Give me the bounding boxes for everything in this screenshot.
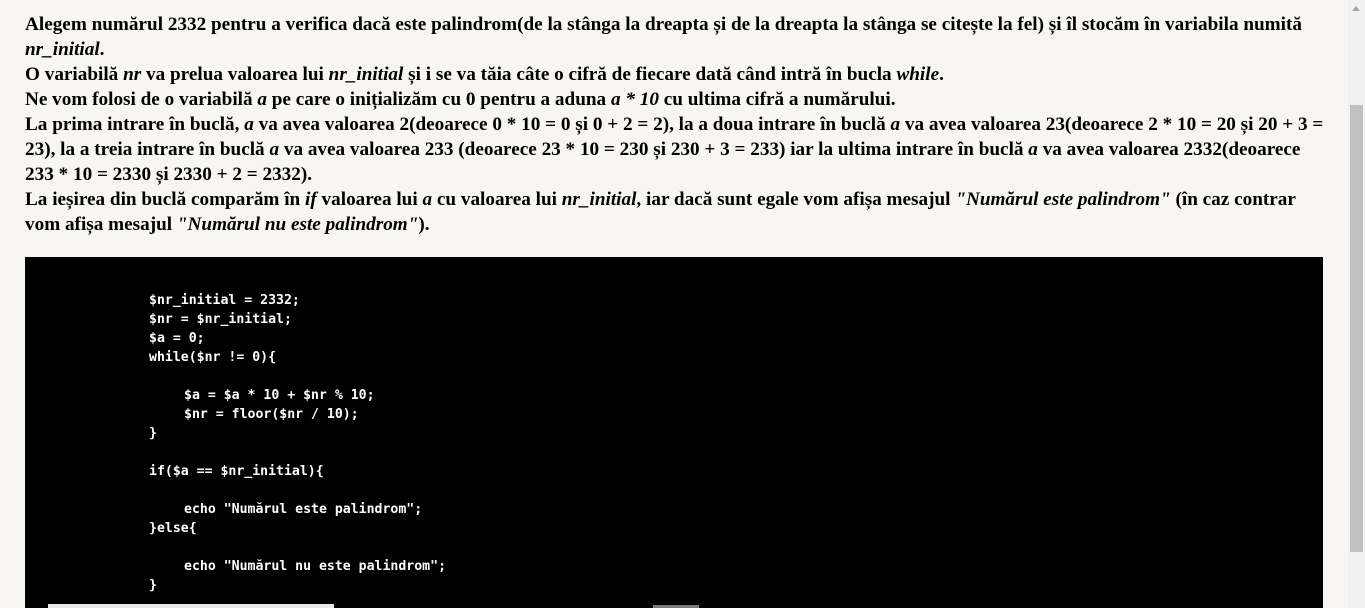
code-line: while($nr != 0){ <box>149 350 277 365</box>
code-line: if($a == $nr_initial){ <box>149 464 324 479</box>
article-text: Alegem numărul 2332 pentru a verifica da… <box>25 12 1325 237</box>
code-listing: $nr_initial = 2332; $nr = $nr_initial; $a … <box>149 291 446 595</box>
keyword-if: if <box>305 189 317 210</box>
page: Alegem numărul 2332 pentru a verifica da… <box>0 0 1365 608</box>
keyword-while: while <box>896 64 940 85</box>
vertical-scrollbar[interactable] <box>1348 0 1365 608</box>
code-line: } <box>149 426 157 441</box>
scroll-up-arrow-icon[interactable] <box>1352 6 1360 11</box>
code-line: $nr = $nr_initial; <box>149 312 292 327</box>
var-a: a <box>422 189 433 210</box>
code-line: $a = 0; <box>149 331 205 346</box>
paragraph-intro: Alegem numărul 2332 pentru a verifica da… <box>25 14 1302 60</box>
var-nr-initial: nr_initial <box>561 189 637 210</box>
message-palindrome: "Numărul este palindrom" <box>955 189 1171 210</box>
paragraph-comparison: La ieșirea din buclă comparăm în if valo… <box>25 189 1296 235</box>
var-nr-initial: nr_initial <box>328 64 404 85</box>
paragraph-loop-trace: La prima intrare în buclă, a va avea val… <box>25 114 1324 185</box>
code-block: $nr_initial = 2332; $nr = $nr_initial; $a … <box>25 257 1323 608</box>
paragraph-a-variable: Ne vom folosi de o variabilă a pe care o… <box>25 89 896 110</box>
var-a: a <box>257 89 267 110</box>
code-line: echo "Numărul este palindrom"; <box>184 502 423 517</box>
code-line: $nr = floor($nr / 10); <box>184 407 359 422</box>
var-a: a <box>1028 139 1038 160</box>
var-a: a <box>269 139 280 160</box>
horizontal-scroll-track <box>48 604 334 608</box>
var-a: a <box>890 114 901 135</box>
code-line: }else{ <box>149 521 197 536</box>
var-nr-initial: nr_initial <box>25 39 100 60</box>
code-line: $a = $a * 10 + $nr % 10; <box>184 388 375 403</box>
var-a: a <box>244 114 254 135</box>
code-line: echo "Numărul nu este palindrom"; <box>184 559 447 574</box>
message-not-palindrome: "Numărul nu este palindrom" <box>176 214 419 235</box>
scrollbar-thumb[interactable] <box>1350 105 1363 552</box>
code-line: } <box>149 578 157 593</box>
code-line: $nr_initial = 2332; <box>149 293 300 308</box>
var-nr: nr <box>123 64 142 85</box>
paragraph-nr-variable: O variabilă nr va prelua valoarea lui nr… <box>25 64 944 85</box>
expression-a-times-10: a * 10 <box>610 89 659 110</box>
